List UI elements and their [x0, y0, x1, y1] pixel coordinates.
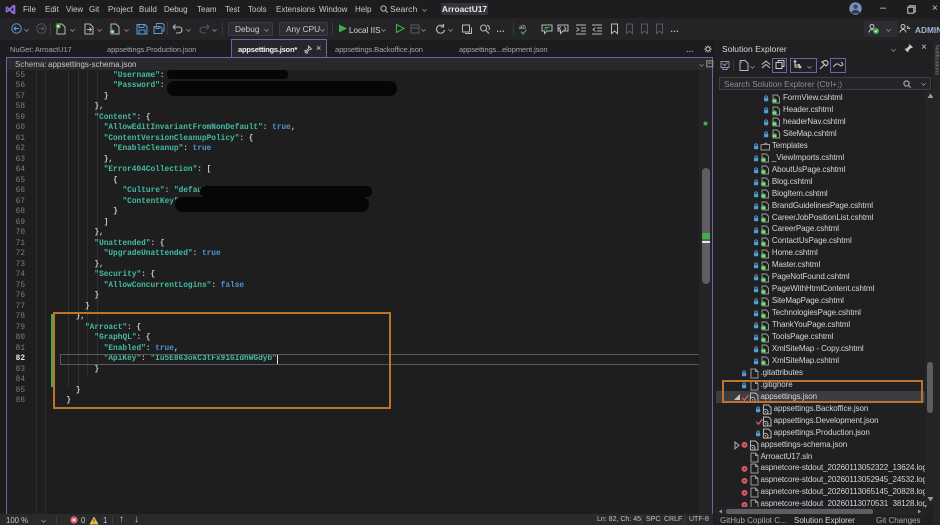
svg-text:ab: ab: [519, 25, 526, 31]
